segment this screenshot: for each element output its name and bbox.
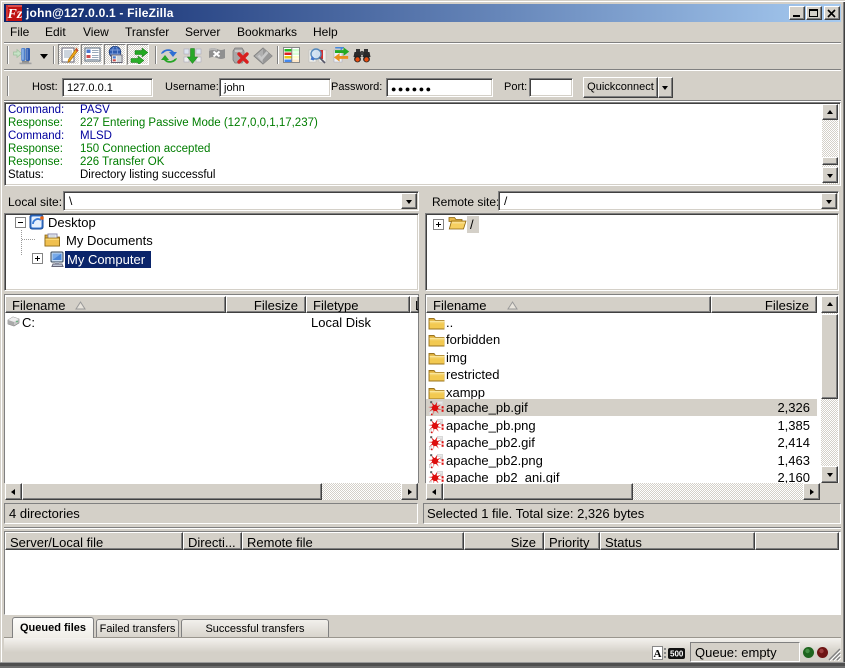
svg-text:A: A (654, 648, 662, 660)
svg-text:Fz: Fz (7, 7, 23, 21)
svg-text:500: 500 (670, 650, 684, 659)
